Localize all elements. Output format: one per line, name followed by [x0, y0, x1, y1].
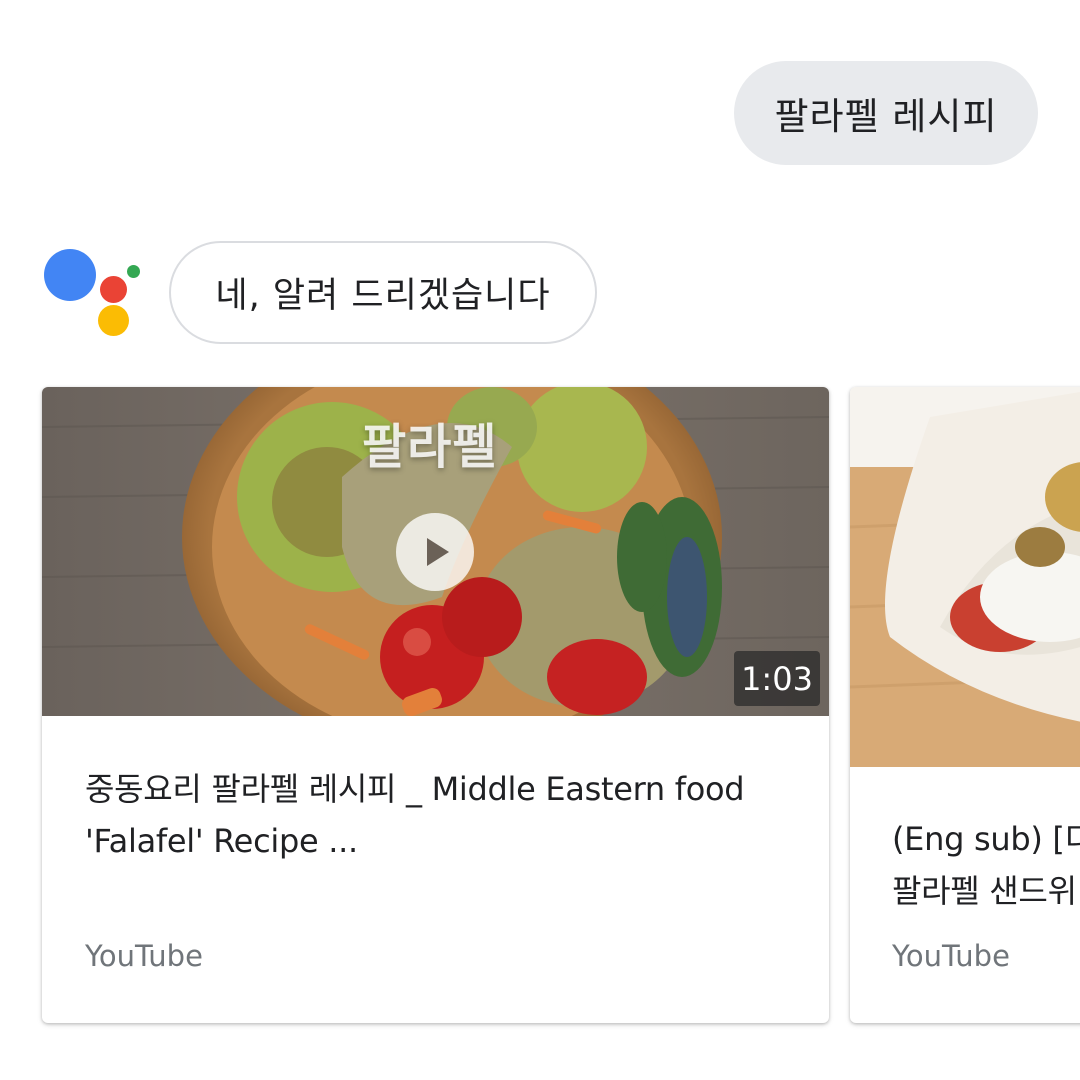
- logo-yellow-dot: [98, 305, 129, 336]
- video-thumbnail[interactable]: 팔라펠 1:03: [42, 387, 829, 716]
- video-title-line-1: (Eng sub) [디: [892, 820, 1080, 858]
- logo-red-dot: [100, 276, 127, 303]
- user-query-text: 팔라펠 레시피: [774, 95, 998, 138]
- video-source: YouTube: [892, 939, 1010, 973]
- logo-green-dot: [127, 265, 140, 278]
- video-title[interactable]: (Eng sub) [디 팔라펠 샌드위: [892, 813, 1080, 917]
- thumbnail-overlay-title: 팔라펠: [362, 419, 498, 475]
- assistant-reply-text: 네, 알려 드리겠습니다: [215, 276, 551, 316]
- video-title[interactable]: 중동요리 팔라펠 레시피 _ Middle Eastern food 'Fala…: [85, 763, 805, 867]
- logo-blue-dot: [44, 249, 96, 301]
- falafel-wrap-image: [850, 387, 1080, 767]
- assistant-conversation: 팔라펠 레시피 네, 알려 드리겠습니다 팔라펠 1:03 중동요리 팔라펠 레…: [0, 0, 1080, 1080]
- video-thumbnail[interactable]: [850, 387, 1080, 767]
- user-query-bubble[interactable]: 팔라펠 레시피: [734, 61, 1038, 165]
- video-result-card[interactable]: 팔라펠 1:03 중동요리 팔라펠 레시피 _ Middle Eastern f…: [42, 387, 829, 1023]
- play-icon: [427, 538, 449, 566]
- video-duration-badge: 1:03: [734, 651, 820, 706]
- assistant-reply-bubble: 네, 알려 드리겠습니다: [169, 241, 597, 344]
- video-title-line-2: 팔라펠 샌드위: [892, 872, 1077, 910]
- google-assistant-logo-icon: [40, 245, 150, 345]
- play-button[interactable]: [396, 513, 474, 591]
- video-source: YouTube: [85, 939, 203, 973]
- video-result-card[interactable]: (Eng sub) [디 팔라펠 샌드위 YouTube: [850, 387, 1080, 1023]
